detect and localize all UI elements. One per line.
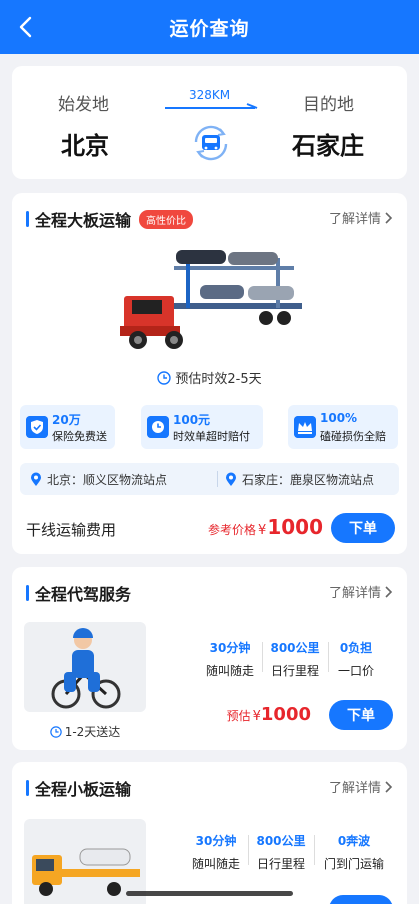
section-title-text: 全程代驾服务 [35, 585, 132, 604]
eta-text: 预估时效2-5天 [175, 372, 262, 387]
stat-value: 800公里 [256, 834, 306, 848]
feature-insurance: 20万 保险免费送 [20, 405, 115, 449]
chevron-right-icon [385, 780, 393, 793]
stat-value: 30分钟 [195, 834, 237, 848]
feature-desc: 磕碰损伤全赔 [320, 430, 386, 443]
location-pin-icon [226, 472, 236, 486]
stat-value: 30分钟 [209, 641, 251, 655]
origin-label: 始发地 [58, 95, 109, 115]
stat-desc: 日行里程 [270, 664, 319, 678]
learn-more-text: 了解详情 [328, 212, 381, 227]
feature-desc: 保险免费送 [52, 430, 107, 443]
origin-city[interactable]: 北京 [61, 126, 109, 161]
stat-desc: 日行里程 [256, 857, 305, 871]
stat-value: 0负担 [339, 641, 373, 655]
title-accent-bar [26, 585, 29, 601]
value-tag-badge: 高性价比 [139, 209, 194, 229]
feature-damage-compensation: 100% 磕碰损伤全赔 [288, 405, 398, 449]
learn-more-link[interactable]: 了解详情 [329, 582, 393, 601]
delivery-text: 1-2天送达 [64, 725, 121, 739]
car-carrier-truck-image [120, 250, 302, 349]
back-arrow-icon[interactable] [14, 14, 40, 40]
stat-desc: 随叫随走 [191, 857, 240, 871]
price-value: 1000 [260, 704, 311, 725]
feature-value: 100% [320, 411, 358, 425]
chevron-right-icon [385, 211, 393, 224]
destination-station[interactable]: 石家庄：鹿泉区物流站点 [225, 471, 374, 488]
learn-more-text: 了解详情 [328, 781, 381, 796]
stat-item: 30分钟随叫随走 [184, 832, 248, 872]
destination-city[interactable]: 石家庄 [292, 126, 364, 161]
order-button-partial[interactable] [329, 895, 393, 904]
distance-label: 328KM [189, 88, 231, 102]
stat-item: 30分钟随叫随走 [198, 639, 262, 679]
price-label: 预估 [226, 709, 251, 723]
stat-desc: 一口价 [337, 664, 374, 678]
learn-more-link[interactable]: 了解详情 [329, 208, 393, 227]
home-indicator [126, 891, 293, 896]
stat-item: 0奔波门到门运输 [314, 832, 394, 872]
small-board-transport-card: 全程小板运输 了解详情 30分钟随叫随走 800公里日行里程 0奔波门到门运输 [12, 762, 407, 904]
origin-station[interactable]: 北京：顺义区物流站点 [30, 471, 167, 488]
page-title: 运价查询 [169, 17, 250, 40]
feature-value: 100元 [173, 413, 211, 427]
stat-item: 800公里日行里程 [248, 832, 314, 872]
chevron-right-icon [385, 585, 393, 598]
currency-symbol: ¥ [258, 523, 267, 538]
destination-station-text: 石家庄：鹿泉区物流站点 [242, 473, 375, 487]
clock-icon [49, 725, 62, 738]
route-arrow-icon [165, 103, 258, 109]
estimated-price: 预估 ¥ 1000 [227, 704, 311, 725]
stat-value: 0奔波 [337, 834, 371, 848]
divider [217, 471, 218, 487]
location-pin-icon [31, 472, 41, 486]
section-title-text: 全程小板运输 [35, 780, 132, 799]
section-title: 全程大板运输 高性价比 [26, 207, 194, 231]
origin-station-text: 北京：顺义区物流站点 [47, 473, 168, 487]
stat-desc: 随叫随走 [205, 664, 254, 678]
stat-item: 0负担一口价 [328, 639, 384, 679]
order-button[interactable]: 下单 [331, 513, 395, 543]
swap-truck-icon[interactable] [190, 122, 232, 164]
estimated-time: 预估时效2-5天 [12, 368, 407, 387]
price-label: 参考价格 [208, 523, 257, 537]
section-title: 全程小板运输 [26, 776, 131, 800]
small-board-stats: 30分钟随叫随走 800公里日行里程 0奔波门到门运输 [184, 832, 394, 872]
stat-desc: 门到门运输 [323, 857, 384, 871]
station-info: 北京：顺义区物流站点 石家庄：鹿泉区物流站点 [20, 463, 399, 495]
feature-value: 20万 [52, 413, 81, 427]
stat-item: 800公里日行里程 [262, 639, 328, 679]
clock-icon [147, 416, 169, 438]
price-value: 1000 [267, 515, 323, 539]
route-card: 始发地 目的地 北京 石家庄 328KM [12, 66, 407, 179]
destination-label: 目的地 [303, 95, 354, 115]
fee-label: 干线运输费用 [26, 521, 117, 539]
section-title: 全程代驾服务 [26, 581, 131, 605]
crown-icon [294, 416, 316, 438]
shield-icon [26, 416, 48, 438]
order-button[interactable]: 下单 [329, 700, 393, 730]
currency-symbol: ¥ [252, 709, 261, 724]
learn-more-text: 了解详情 [328, 586, 381, 601]
feature-desc: 时效单超时赔付 [173, 430, 250, 443]
driver-image [24, 622, 146, 712]
section-title-text: 全程大板运输 [35, 211, 132, 230]
clock-icon [157, 370, 172, 385]
delivery-time: 1-2天送达 [24, 723, 146, 740]
top-bar: 运价查询 [0, 0, 419, 54]
big-board-transport-card: 全程大板运输 高性价比 了解详情 预估时效2-5天 20万 保险免费送 100元… [12, 193, 407, 554]
stat-value: 800公里 [270, 641, 320, 655]
reference-price: 参考价格 ¥ 1000 [208, 515, 323, 539]
driver-illustration-icon [51, 628, 121, 709]
driver-stats: 30分钟随叫随走 800公里日行里程 0负担一口价 [198, 639, 384, 679]
title-accent-bar [26, 780, 29, 796]
learn-more-link[interactable]: 了解详情 [329, 777, 393, 796]
designated-driver-card: 全程代驾服务 了解详情 1-2天送达 30分钟随叫随走 800公里日行里程 0负… [12, 567, 407, 750]
feature-timeout-compensation: 100元 时效单超时赔付 [141, 405, 263, 449]
title-accent-bar [26, 211, 29, 227]
